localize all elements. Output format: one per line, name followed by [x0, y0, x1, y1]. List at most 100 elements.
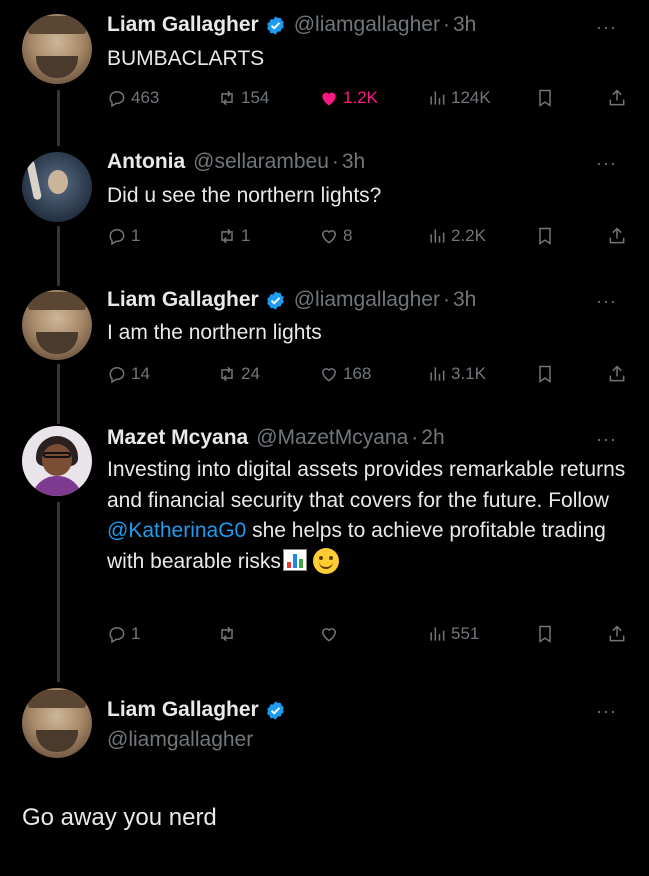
retweet-icon: [221, 366, 233, 382]
reply-button[interactable]: 14: [107, 364, 150, 384]
reply-button[interactable]: 1: [107, 226, 140, 246]
thread-line: [57, 364, 60, 424]
author-handle[interactable]: @sellarambeu: [193, 150, 329, 174]
tweet-text: Go away you nerd: [22, 804, 217, 831]
tweet-header-handle: @liamgallagher: [107, 728, 253, 752]
views-chart-icon: [430, 367, 445, 381]
author-name[interactable]: Antonia: [107, 150, 185, 174]
like-button[interactable]: 8: [319, 226, 352, 246]
author-handle[interactable]: @liamgallagher: [294, 13, 440, 37]
verified-badge-icon: [266, 700, 284, 720]
timestamp[interactable]: 3h: [342, 150, 365, 174]
retweet-icon: [221, 626, 233, 642]
chart-emoji: [282, 548, 307, 571]
retweet-count: 24: [241, 364, 260, 383]
retweet-button[interactable]: 24: [217, 364, 260, 384]
views-button[interactable]: 2.2K: [427, 226, 486, 246]
bookmark-icon: [539, 365, 551, 383]
tweet-actions: 1 551: [107, 624, 627, 652]
reply-icon: [109, 367, 125, 384]
share-icon: [609, 625, 625, 642]
smiling-face-emoji: [312, 547, 339, 574]
reply-icon: [109, 627, 125, 644]
views-chart-icon: [430, 627, 445, 641]
views-chart-icon: [430, 229, 445, 243]
like-count: 1.2K: [343, 88, 378, 107]
views-count: 3.1K: [451, 364, 486, 383]
author-handle[interactable]: @MazetMcyana: [256, 426, 408, 450]
more-options-icon[interactable]: ···: [596, 291, 617, 312]
views-count: 551: [451, 624, 480, 643]
thread-line: [57, 226, 60, 286]
author-handle[interactable]: @liamgallagher: [294, 288, 440, 312]
views-count: 124K: [451, 88, 491, 107]
views-button[interactable]: 3.1K: [427, 364, 486, 384]
author-name[interactable]: Mazet Mcyana: [107, 426, 248, 450]
retweet-icon: [221, 90, 233, 106]
timestamp[interactable]: 3h: [453, 288, 476, 312]
separator-dot: ·: [442, 13, 450, 36]
author-name[interactable]: Liam Gallagher: [107, 698, 259, 722]
reply-count: 14: [131, 364, 150, 383]
author-name[interactable]: Liam Gallagher: [107, 288, 259, 312]
share-icon: [609, 89, 625, 106]
avatar[interactable]: [22, 290, 92, 360]
mention-link[interactable]: @KatherinaG0: [107, 519, 246, 542]
timestamp[interactable]: 3h: [453, 13, 476, 37]
bookmark-button[interactable]: [535, 364, 559, 384]
views-chart-icon: [430, 91, 445, 105]
share-icon: [609, 365, 625, 382]
more-options-icon[interactable]: ···: [596, 17, 617, 38]
like-count: 8: [343, 226, 353, 245]
author-name[interactable]: Liam Gallagher: [107, 13, 259, 37]
bookmark-icon: [539, 625, 551, 643]
more-options-icon[interactable]: ···: [596, 429, 617, 450]
reply-icon: [109, 229, 125, 246]
share-button[interactable]: [607, 88, 631, 108]
timestamp[interactable]: 2h: [421, 426, 444, 450]
share-button[interactable]: [607, 624, 631, 644]
heart-icon: [321, 230, 337, 244]
like-button[interactable]: 168: [319, 364, 371, 384]
share-button[interactable]: [607, 364, 631, 384]
bookmark-icon: [539, 227, 551, 245]
bookmark-icon: [539, 89, 551, 107]
tweet-text: Did u see the northern lights?: [107, 184, 382, 207]
avatar[interactable]: [22, 688, 92, 758]
more-options-icon[interactable]: ···: [596, 701, 617, 722]
avatar[interactable]: [22, 426, 92, 496]
more-options-icon[interactable]: ···: [596, 153, 617, 174]
views-count: 2.2K: [451, 226, 486, 245]
retweet-button[interactable]: 154: [217, 88, 269, 108]
tweet-header: Liam Gallagher @liamgallagher · 3h: [107, 13, 476, 37]
reply-button[interactable]: 1: [107, 624, 140, 644]
share-button[interactable]: [607, 226, 631, 246]
reply-button[interactable]: 463: [107, 88, 159, 108]
tweet-text-part: Investing into digital assets provides r…: [107, 458, 626, 512]
author-handle[interactable]: @liamgallagher: [107, 728, 253, 752]
tweet-header: Mazet Mcyana @MazetMcyana · 2h: [107, 426, 445, 450]
bookmark-button[interactable]: [535, 624, 559, 644]
tweet-actions: 463 154 1.2K 124K: [107, 88, 627, 116]
avatar[interactable]: [22, 14, 92, 84]
views-button[interactable]: 551: [427, 624, 479, 644]
tweet-text: BUMBACLARTS: [107, 47, 265, 70]
tweet-actions: 1 1 8 2.2K: [107, 226, 627, 254]
retweet-button[interactable]: 1: [217, 226, 250, 246]
tweet-text: I am the northern lights: [107, 321, 322, 344]
retweet-button[interactable]: [217, 624, 241, 644]
heart-icon: [321, 628, 337, 642]
tweet-header: Antonia @sellarambeu · 3h: [107, 150, 365, 174]
tweet-header: Liam Gallagher @liamgallagher · 3h: [107, 288, 476, 312]
share-icon: [609, 227, 625, 244]
tweet-actions: 14 24 168 3.1K: [107, 364, 627, 392]
verified-badge-icon: [266, 290, 284, 310]
avatar[interactable]: [22, 152, 92, 222]
reply-count: 1: [131, 624, 141, 643]
thread-line: [57, 502, 60, 682]
views-button[interactable]: 124K: [427, 88, 491, 108]
like-button[interactable]: 1.2K: [319, 88, 378, 108]
bookmark-button[interactable]: [535, 226, 559, 246]
bookmark-button[interactable]: [535, 88, 559, 108]
like-button[interactable]: [319, 624, 343, 644]
